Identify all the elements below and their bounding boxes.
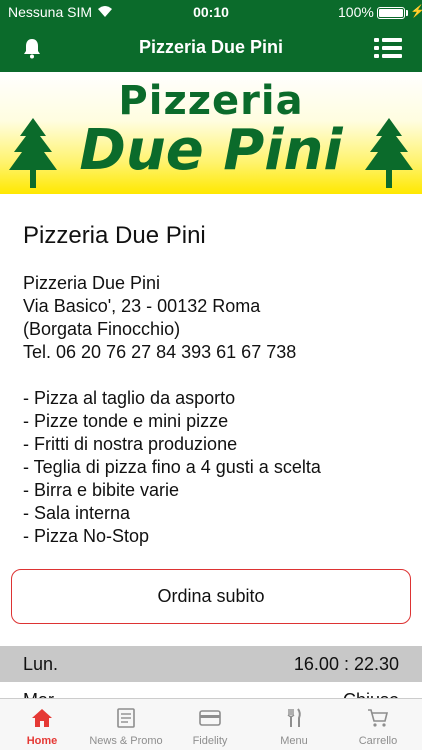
- news-icon: [117, 708, 135, 728]
- nav-bar: Pizzeria Due Pini: [0, 24, 422, 72]
- page-title: Pizzeria Due Pini: [23, 222, 206, 249]
- feature-item: - Teglia di pizza fino a 4 gusti a scelt…: [23, 457, 321, 477]
- nav-title: Pizzeria Due Pini: [138, 37, 284, 57]
- phone-line[interactable]: Tel. 06 20 76 27 84 393 61 67 738: [23, 341, 399, 364]
- tab-home[interactable]: Home: [0, 699, 84, 750]
- status-bar: Nessuna SIM 00:10 100% ⚡: [0, 0, 422, 24]
- tab-label: Home: [26, 735, 58, 747]
- tab-label: Fidelity: [192, 735, 228, 747]
- tab-menu[interactable]: Menu: [252, 699, 336, 750]
- tab-label: Menu: [280, 735, 308, 747]
- tab-bar: Home News & Promo Fidelity Menu Carrello: [0, 698, 422, 750]
- card-icon: [199, 710, 221, 726]
- address-line: Via Basico', 23 - 00132 Roma: [23, 296, 261, 316]
- charging-icon: ⚡: [410, 4, 422, 18]
- hours-day: Lun.: [23, 654, 59, 674]
- battery-tip: [406, 10, 408, 16]
- tab-cart[interactable]: Carrello: [336, 699, 420, 750]
- feature-item: - Pizza No-Stop: [23, 526, 150, 546]
- battery-icon: [377, 7, 405, 19]
- feature-item: - Birra e bibite varie: [23, 480, 180, 500]
- address-line: (Borgata Finocchio): [23, 319, 181, 339]
- address-line: Pizzeria Due Pini: [23, 273, 161, 293]
- banner-title-bottom: Due Pini: [79, 118, 343, 183]
- feature-item: - Sala interna: [23, 503, 131, 523]
- tab-fidelity[interactable]: Fidelity: [168, 699, 252, 750]
- feature-item: - Pizza al taglio da asporto: [23, 388, 236, 408]
- feature-item: - Fritti di nostra produzione: [23, 434, 238, 454]
- brand-banner: Pizzeria Due Pini: [0, 72, 422, 194]
- info-text: Pizzeria Due Pini Via Basico', 23 - 0013…: [23, 272, 399, 548]
- menu-list-icon[interactable]: [374, 36, 402, 60]
- cart-icon: [368, 709, 389, 727]
- home-icon: [32, 709, 52, 727]
- battery-percent: 100%: [338, 4, 374, 20]
- tab-label: News & Promo: [89, 735, 163, 747]
- tab-label: Carrello: [358, 735, 398, 747]
- order-now-button[interactable]: Ordina subito: [11, 569, 411, 624]
- cutlery-icon: [287, 708, 301, 727]
- info-section: Pizzeria Due Pini Pizzeria Due Pini Via …: [0, 194, 422, 548]
- hours-row: Lun. 16.00 : 22.30: [0, 646, 422, 682]
- pine-tree-icon: [365, 118, 413, 188]
- feature-item: - Pizze tonde e mini pizze: [23, 411, 229, 431]
- tab-news-promo[interactable]: News & Promo: [84, 699, 168, 750]
- hours-time: 16.00 : 22.30: [293, 654, 399, 674]
